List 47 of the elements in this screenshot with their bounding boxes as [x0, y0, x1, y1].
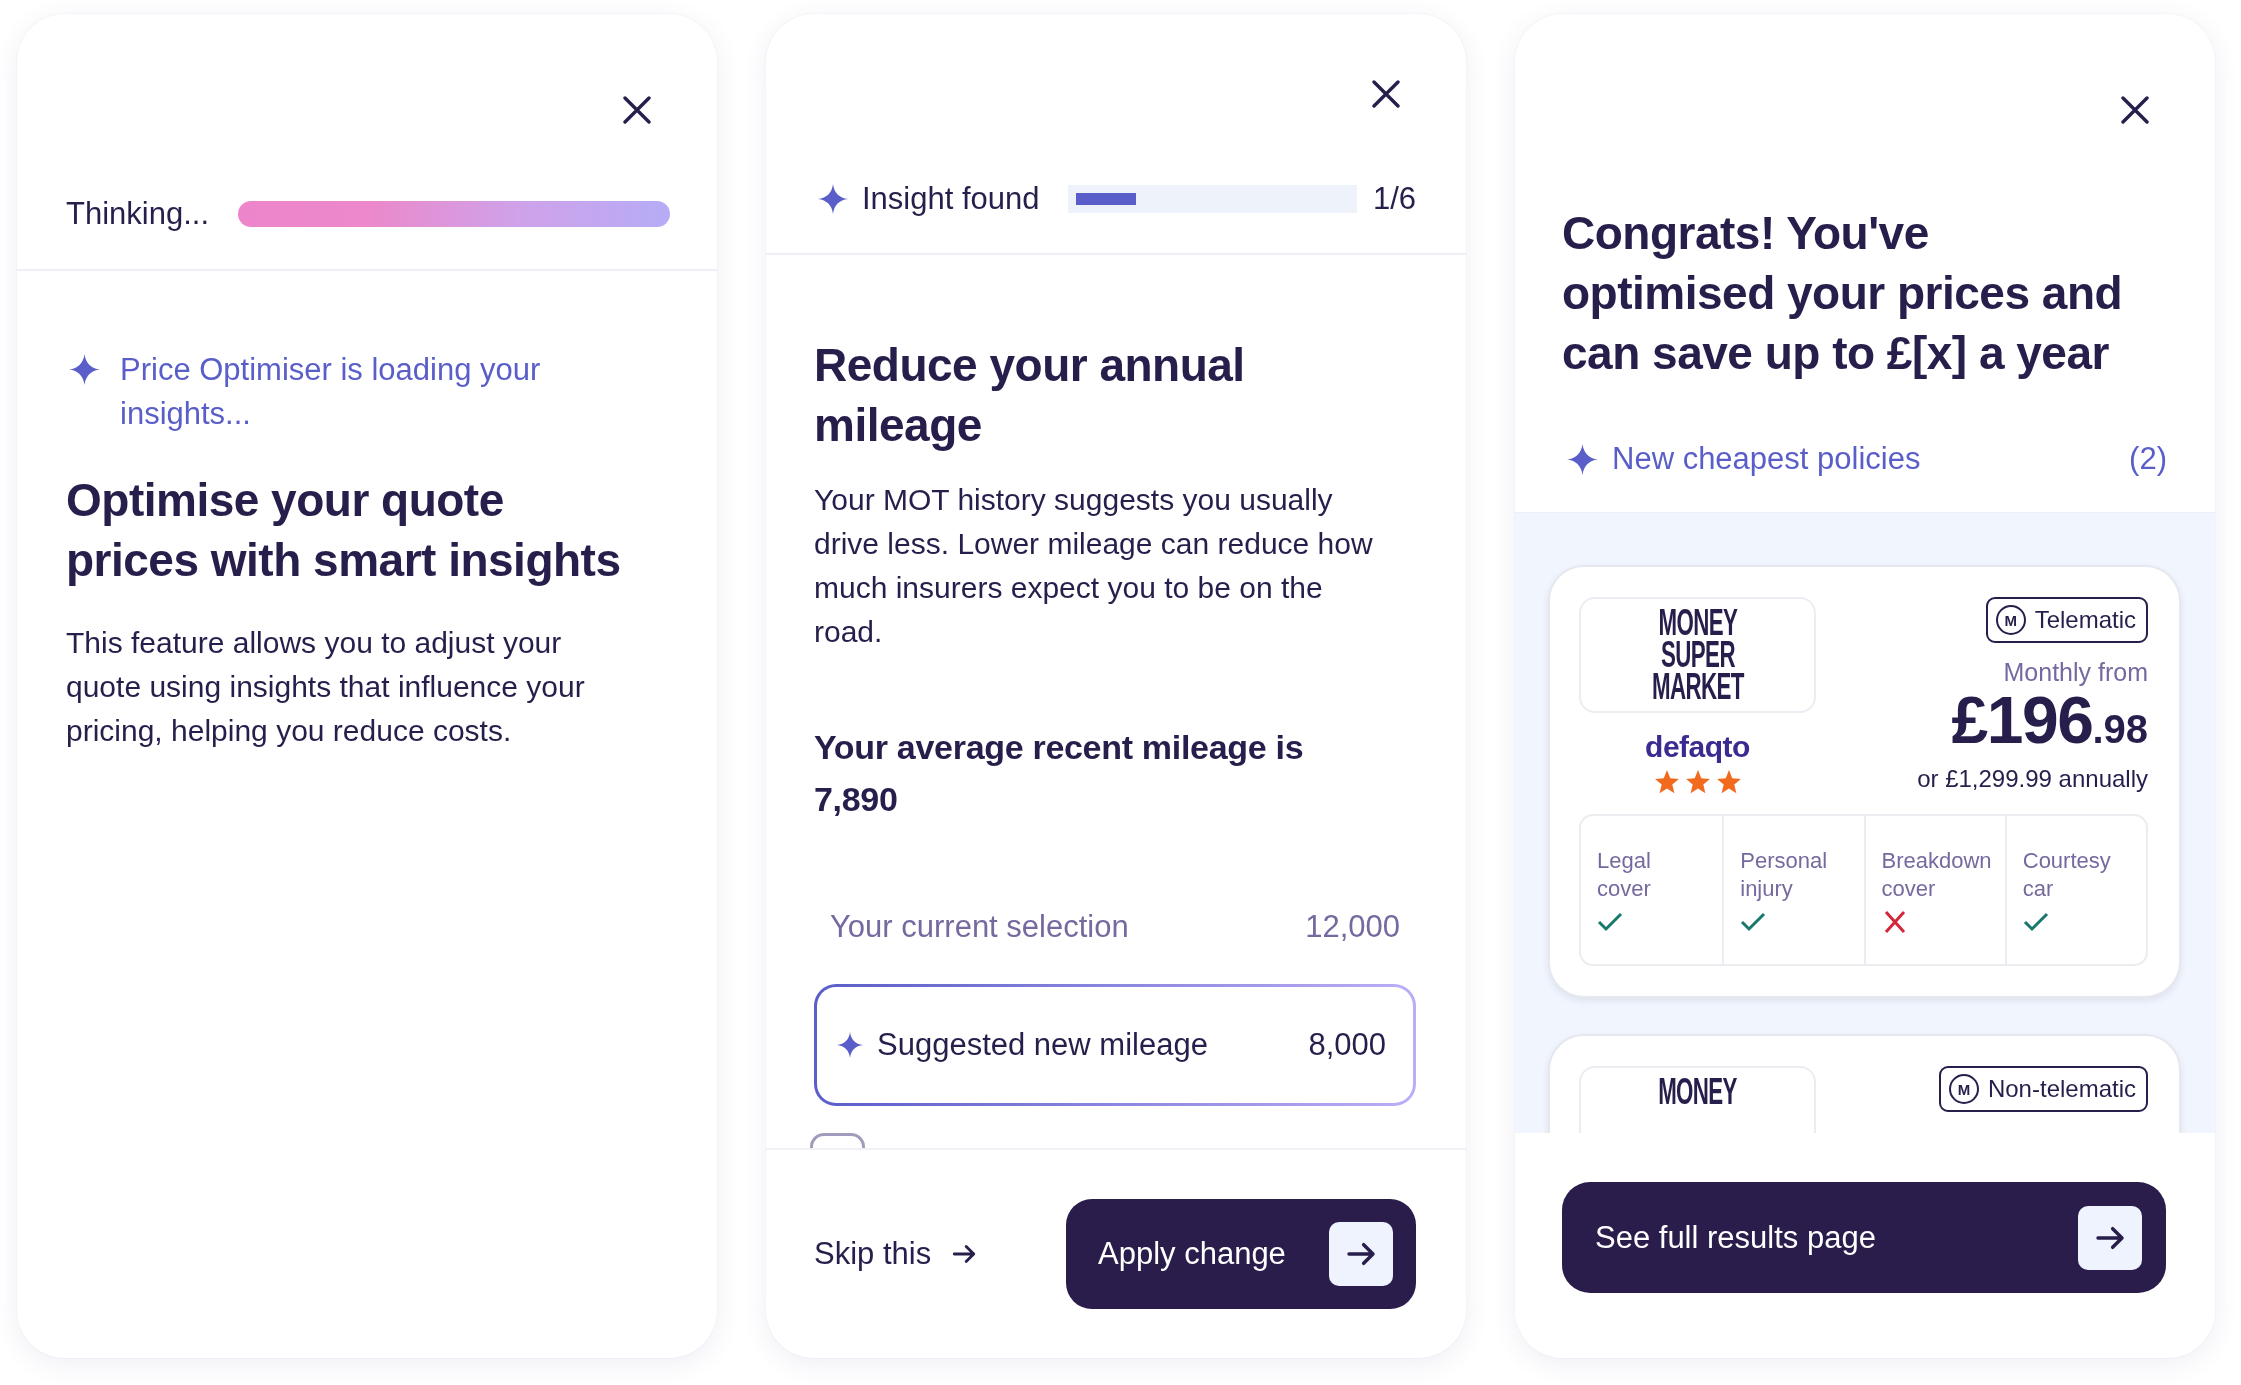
option-label: Your current selection: [830, 908, 1130, 946]
close-icon[interactable]: [1372, 80, 1400, 108]
monthly-price: £196.98: [1951, 687, 2148, 759]
feature-label: Personal injury: [1740, 847, 1829, 903]
option-label: Suggested new mileage: [877, 1026, 1209, 1064]
sparkle-icon: [818, 184, 848, 214]
feature-label: Courtesy car: [2022, 847, 2112, 903]
heading: Reduce your annual mileage: [814, 338, 1246, 453]
circled-letter-icon: M: [1995, 605, 2026, 635]
description: Your MOT history suggests you usually drive less. Lower mileage can reduce how much insurers expect you to be on the road.: [814, 482, 1374, 650]
star-icon: [1715, 769, 1742, 795]
option-value: 8,000: [1308, 1026, 1386, 1064]
close-icon[interactable]: [623, 96, 651, 124]
heading: Congrats! You've optimised your prices and can save up to £[x] a year: [1562, 206, 2124, 381]
mileage-option[interactable]: Suggested new mileage 8,000: [814, 984, 1416, 1106]
status-text: Insight found: [862, 180, 1040, 218]
heading: Optimise your quote prices with smart insights: [66, 473, 622, 588]
star-icon: [1684, 769, 1711, 795]
mileage-option[interactable]: Your current selection 12,000: [814, 905, 1416, 949]
policy-count: (2): [2129, 440, 2167, 478]
sparkle-icon: [1567, 443, 1598, 475]
feature-label: Legal cover: [1597, 847, 1652, 903]
section-title: New cheapest policies: [1612, 440, 1922, 478]
option-value: 12,000: [1305, 908, 1400, 946]
sparkle-icon: [69, 354, 100, 385]
progress-count: 1/6: [1372, 180, 1416, 218]
badge-label: Non-telematic: [1987, 1074, 2136, 1104]
brand-logo: MONEY SUPER MARKET: [1651, 607, 1744, 703]
status-text: Thinking...: [66, 195, 209, 233]
subheading: Your average recent mileage is 7,890: [814, 727, 1305, 820]
star-icon: [1653, 769, 1680, 795]
close-icon[interactable]: [2121, 96, 2149, 124]
description: This feature allows you to adjust your quote using insights that influence your pricing, helping you reduce costs.: [66, 625, 586, 749]
feature-label: Breakdown cover: [1881, 847, 1993, 903]
badge-label: Telematic: [2034, 605, 2136, 635]
skip-link[interactable]: Skip this: [814, 1232, 978, 1276]
brand-logo: MONEY: [1658, 1076, 1737, 1108]
arrow-right-icon: [1329, 1222, 1393, 1286]
sparkle-icon: [837, 1032, 863, 1058]
circled-letter-icon: M: [1948, 1074, 1979, 1104]
see-results-button[interactable]: See full results page: [1562, 1182, 2166, 1293]
arrow-right-icon: [2078, 1205, 2142, 1270]
price-label: Monthly from: [2003, 657, 2148, 687]
rating-brand: defaqto: [1645, 730, 1750, 764]
apply-change-button[interactable]: Apply change: [1066, 1199, 1416, 1309]
loading-message: Price Optimiser is loading your insights...: [120, 351, 542, 433]
annual-price: or £1,299.99 annually: [1917, 764, 2148, 794]
